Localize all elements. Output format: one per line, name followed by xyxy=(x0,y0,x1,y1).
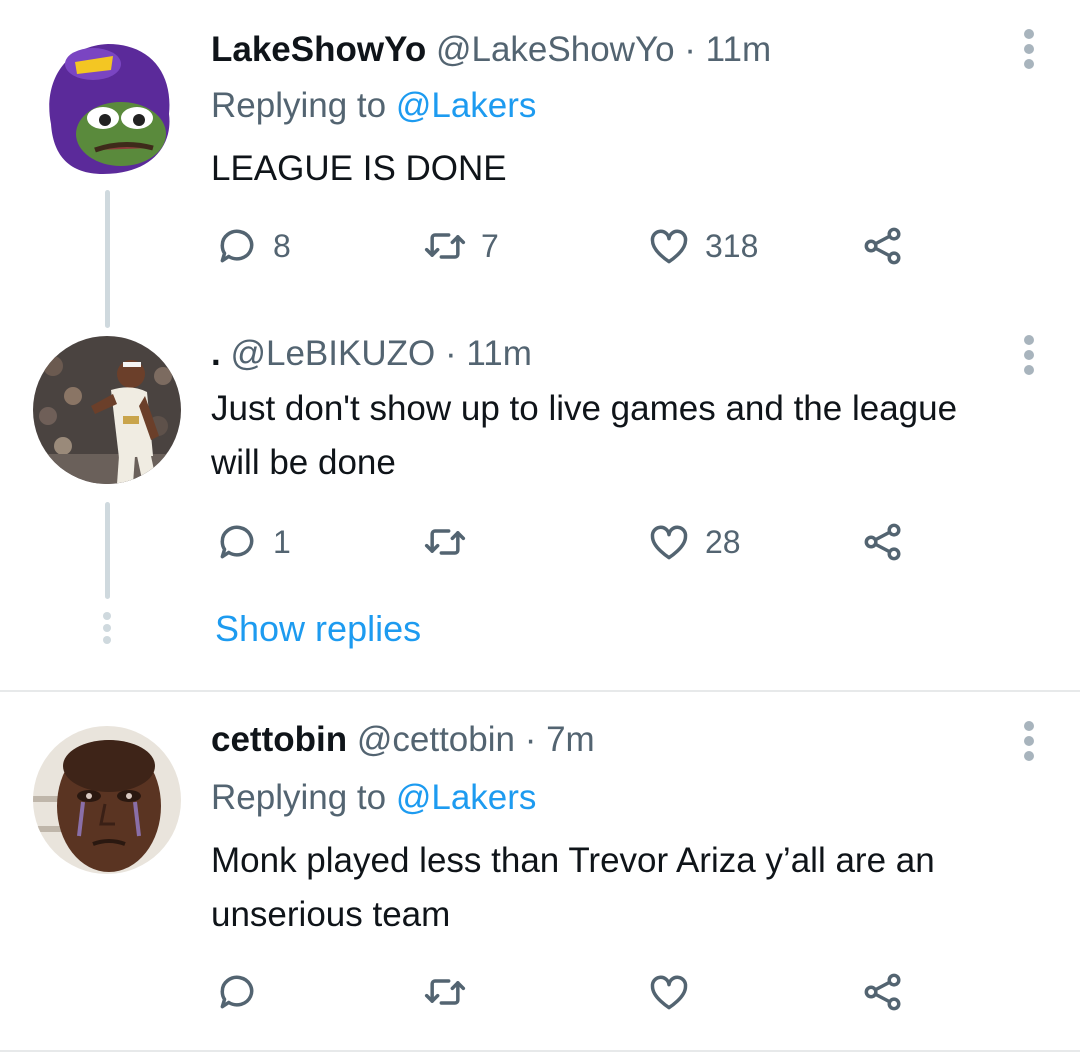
replying-label: Replying to xyxy=(211,86,387,125)
heart-icon xyxy=(650,975,688,1010)
display-name[interactable]: cettobin xyxy=(211,720,347,759)
separator: · xyxy=(524,720,537,759)
reply-icon xyxy=(220,229,254,263)
retweet-button[interactable] xyxy=(423,968,481,1016)
tweet-header: LakeShowYo @LakeShowYo · 11m xyxy=(211,28,771,72)
display-name[interactable]: . xyxy=(211,334,221,373)
avatar[interactable] xyxy=(33,336,181,484)
separator: · xyxy=(684,30,696,69)
show-replies-link[interactable]: Show replies xyxy=(215,607,421,651)
thread-continuation-dots xyxy=(100,612,114,648)
user-handle[interactable]: @cettobin xyxy=(357,720,515,759)
share-button[interactable] xyxy=(861,518,905,566)
share-icon xyxy=(864,523,901,561)
heart-icon xyxy=(650,525,688,560)
heart-icon xyxy=(650,229,688,264)
tweet-actions xyxy=(211,968,931,1016)
retweet-icon xyxy=(424,979,466,1005)
tweet-3[interactable]: cettobin @cettobin · 7m Replying to @Lak… xyxy=(0,692,1080,1050)
mention-link[interactable]: @Lakers xyxy=(396,778,537,817)
replying-to: Replying to @Lakers xyxy=(211,84,536,128)
tweet-actions: 8 7 318 xyxy=(211,222,931,270)
tweet-actions: 1 28 xyxy=(211,518,931,566)
tweet-2[interactable]: . @LeBIKUZO · 11m Just don't show up to … xyxy=(0,330,1080,690)
lakers-hood-frog-icon xyxy=(33,34,181,182)
like-count: 318 xyxy=(705,227,759,264)
reply-button[interactable]: 1 xyxy=(215,518,291,566)
timestamp[interactable]: 7m xyxy=(546,720,595,759)
reply-count: 1 xyxy=(273,523,291,560)
user-handle[interactable]: @LakeShowYo xyxy=(436,30,675,69)
timestamp[interactable]: 11m xyxy=(706,30,772,69)
share-icon xyxy=(864,227,901,265)
reply-button[interactable] xyxy=(215,968,273,1016)
divider xyxy=(0,1050,1080,1052)
retweet-count: 7 xyxy=(481,227,499,264)
replying-label: Replying to xyxy=(211,778,387,817)
tweet-text: LEAGUE IS DONE xyxy=(211,149,507,188)
retweet-icon xyxy=(424,529,466,555)
tweet-text: Just don't show up to live games and the… xyxy=(211,389,958,482)
more-options-icon[interactable] xyxy=(1022,721,1036,766)
avatar[interactable] xyxy=(33,34,181,182)
share-button[interactable] xyxy=(861,222,905,270)
user-handle[interactable]: @LeBIKUZO xyxy=(230,334,435,373)
reply-icon xyxy=(220,525,254,559)
reply-count: 8 xyxy=(273,227,291,264)
reply-button[interactable]: 8 xyxy=(215,222,291,270)
more-options-icon[interactable] xyxy=(1022,335,1036,380)
reply-icon xyxy=(220,975,254,1009)
basketball-player-icon xyxy=(33,336,181,484)
like-button[interactable]: 28 xyxy=(647,518,741,566)
retweet-button[interactable] xyxy=(423,518,481,566)
retweet-icon xyxy=(424,233,466,259)
thread-line xyxy=(105,502,110,599)
crying-face-icon xyxy=(33,726,181,874)
tweet-1[interactable]: LakeShowYo @LakeShowYo · 11m Replying to… xyxy=(0,0,1080,330)
mention-link[interactable]: @Lakers xyxy=(396,86,537,125)
like-button[interactable]: 318 xyxy=(647,222,758,270)
tweet-header: cettobin @cettobin · 7m xyxy=(211,718,595,762)
replying-to: Replying to @Lakers xyxy=(211,776,536,820)
tweet-header: . @LeBIKUZO · 11m xyxy=(211,332,532,376)
separator: · xyxy=(444,334,457,373)
more-options-icon[interactable] xyxy=(1022,29,1036,74)
share-icon xyxy=(864,973,901,1011)
timestamp[interactable]: 11m xyxy=(466,334,532,373)
tweet-text: Monk played less than Trevor Ariza y’all… xyxy=(211,841,935,934)
share-button[interactable] xyxy=(861,968,905,1016)
retweet-button[interactable]: 7 xyxy=(423,222,499,270)
like-count: 28 xyxy=(705,523,741,560)
avatar[interactable] xyxy=(33,726,181,874)
display-name[interactable]: LakeShowYo xyxy=(211,30,426,69)
like-button[interactable] xyxy=(647,968,705,1016)
thread-line xyxy=(105,190,110,328)
